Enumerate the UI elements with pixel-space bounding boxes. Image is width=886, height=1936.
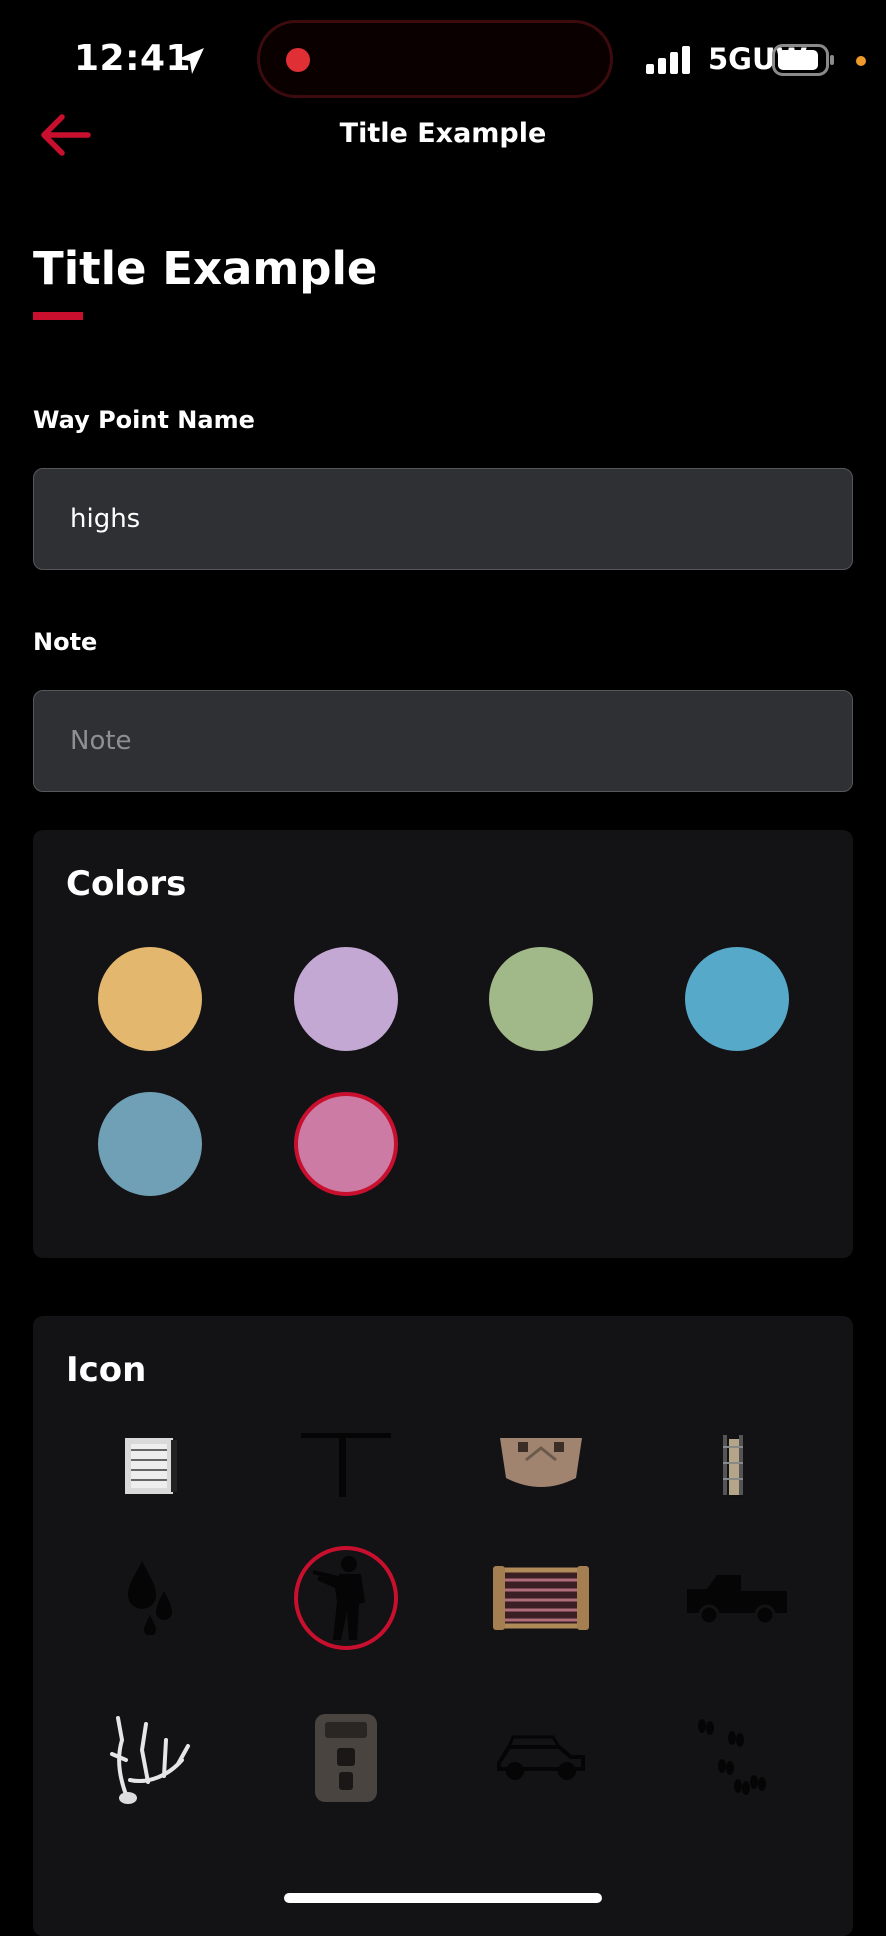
battery-icon bbox=[772, 44, 836, 80]
pickup-truck-icon bbox=[687, 1575, 787, 1625]
icon-option-utv[interactable] bbox=[489, 1706, 593, 1810]
color-swatch-steel-blue[interactable] bbox=[98, 1092, 202, 1196]
hunter-icon bbox=[312, 1556, 365, 1640]
title-underline bbox=[33, 312, 83, 320]
trap-icon bbox=[493, 1566, 589, 1630]
color-swatch-lavender[interactable] bbox=[294, 947, 398, 1051]
blood-drops-icon bbox=[128, 1561, 172, 1635]
icon-card: Icon bbox=[33, 1316, 853, 1936]
location-arrow-icon bbox=[176, 46, 206, 80]
color-swatch-blue[interactable] bbox=[685, 947, 789, 1051]
icon-title: Icon bbox=[66, 1350, 147, 1390]
antler-icon bbox=[110, 1716, 190, 1804]
tracks-icon bbox=[698, 1719, 766, 1795]
icon-option-blood-drops[interactable] bbox=[98, 1546, 202, 1650]
status-time: 12:41 bbox=[74, 38, 192, 79]
home-indicator[interactable] bbox=[284, 1893, 602, 1903]
icon-option-hunter[interactable] bbox=[294, 1546, 398, 1650]
privacy-indicator-icon bbox=[856, 56, 866, 66]
colors-title: Colors bbox=[66, 864, 187, 904]
color-swatch-green[interactable] bbox=[489, 947, 593, 1051]
icon-option-pickup-truck[interactable] bbox=[685, 1546, 789, 1650]
waypoint-name-label: Way Point Name bbox=[33, 406, 255, 434]
utv-icon bbox=[497, 1735, 585, 1780]
icon-option-tracks[interactable] bbox=[685, 1706, 789, 1810]
ladder-stand-icon bbox=[721, 1435, 745, 1499]
icon-option-antler[interactable] bbox=[98, 1706, 202, 1810]
icon-option-trail-camera[interactable] bbox=[294, 1706, 398, 1810]
colors-card: Colors bbox=[33, 830, 853, 1258]
icon-option-trap[interactable] bbox=[489, 1546, 593, 1650]
icon-option-feeder[interactable] bbox=[489, 1416, 593, 1520]
trail-camera-icon bbox=[315, 1714, 377, 1802]
icon-option-blind-stand[interactable] bbox=[98, 1416, 202, 1520]
icon-option-ladder-stand[interactable] bbox=[685, 1416, 789, 1520]
cellular-signal-icon bbox=[646, 46, 690, 78]
blind-stand-icon bbox=[125, 1438, 177, 1494]
color-swatch-pink[interactable] bbox=[294, 1092, 398, 1196]
page-title: Title Example bbox=[33, 242, 378, 295]
icon-option-t-post[interactable] bbox=[294, 1416, 398, 1520]
note-label: Note bbox=[33, 628, 98, 656]
color-swatch-yellow[interactable] bbox=[98, 947, 202, 1051]
recording-indicator-icon bbox=[286, 48, 310, 72]
dynamic-island bbox=[257, 20, 613, 98]
nav-title: Title Example bbox=[339, 118, 547, 149]
waypoint-name-input[interactable] bbox=[33, 468, 853, 570]
feeder-icon bbox=[500, 1438, 582, 1487]
note-input[interactable] bbox=[33, 690, 853, 792]
t-post-icon bbox=[301, 1433, 391, 1497]
status-bar: 12:41 5GUW bbox=[0, 0, 886, 120]
